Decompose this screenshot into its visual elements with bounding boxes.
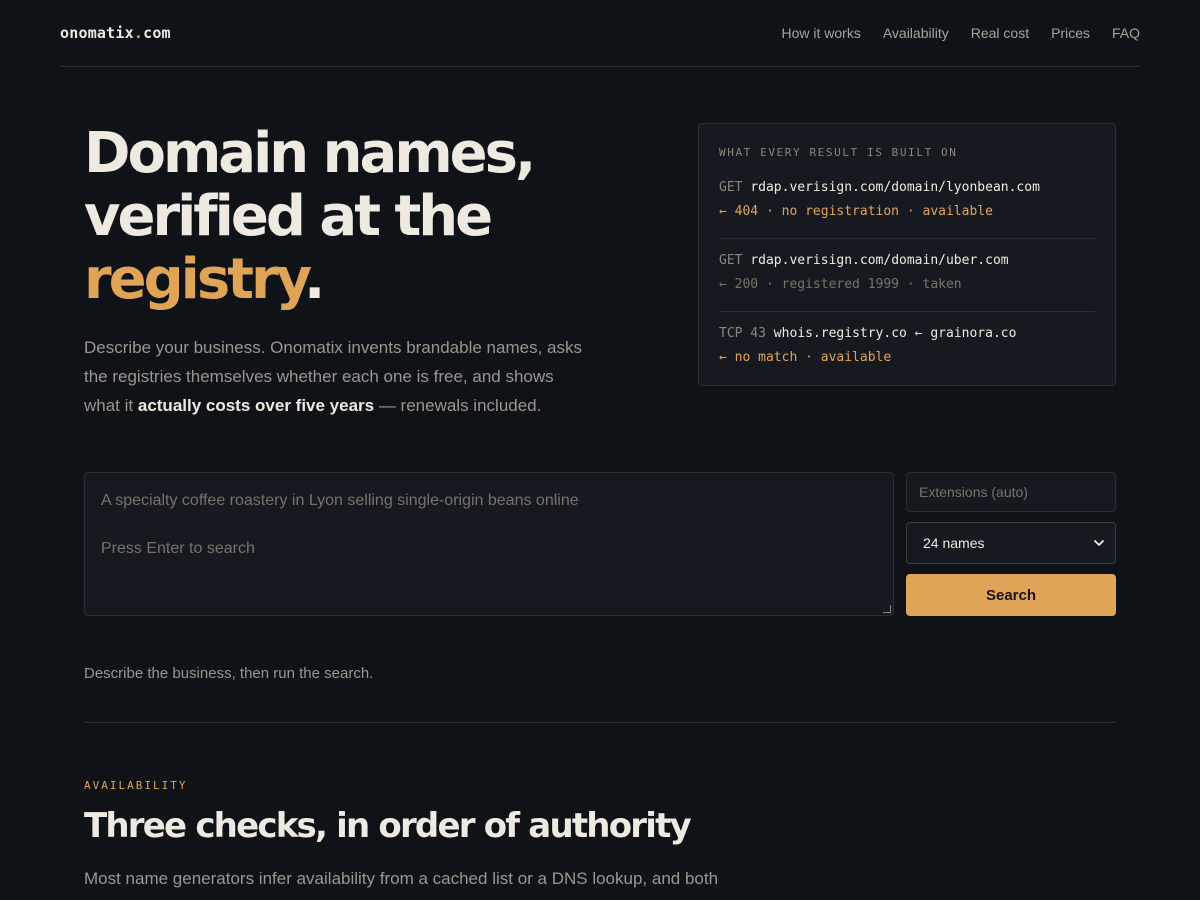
top-nav: onomatix.com How it works Availability R… bbox=[60, 0, 1140, 67]
name-count-select[interactable]: 24 names bbox=[906, 522, 1116, 564]
hero-desc-after: — renewals included. bbox=[374, 396, 542, 415]
entry-request: TCP 43 whois.registry.co ← grainora.co bbox=[719, 322, 1095, 346]
availability-eyebrow: AVAILABILITY bbox=[84, 779, 188, 792]
textarea-placeholder-line2: Press Enter to search bbox=[101, 540, 255, 557]
entry-method: GET bbox=[719, 180, 751, 195]
hero-desc-strong: actually costs over five years bbox=[137, 396, 375, 415]
entry-result: ← 404 · no registration · available bbox=[719, 204, 993, 219]
nav-link-real-cost[interactable]: Real cost bbox=[971, 25, 1029, 41]
logo-name: onomatix bbox=[60, 24, 134, 42]
textarea-placeholder-line1: A specialty coffee roastery in Lyon sell… bbox=[101, 492, 579, 509]
entry-result: ← 200 · registered 1999 · taken bbox=[719, 277, 962, 292]
nav-links: How it works Availability Real cost Pric… bbox=[781, 25, 1140, 41]
name-count-value: 24 names bbox=[923, 535, 985, 551]
availability-description: Most name generators infer availability … bbox=[84, 869, 719, 888]
entry-method: TCP 43 bbox=[719, 326, 774, 341]
nav-link-availability[interactable]: Availability bbox=[883, 25, 949, 41]
logo[interactable]: onomatix.com bbox=[60, 24, 171, 42]
panel-entry: GET rdap.verisign.com/domain/lyonbean.co… bbox=[719, 166, 1095, 239]
business-description-textarea[interactable]: A specialty coffee roastery in Lyon sell… bbox=[84, 472, 894, 616]
panel-label: WHAT EVERY RESULT IS BUILT ON bbox=[719, 146, 958, 159]
nav-link-faq[interactable]: FAQ bbox=[1112, 25, 1140, 41]
nav-link-how-it-works[interactable]: How it works bbox=[781, 25, 860, 41]
logo-tld: com bbox=[143, 24, 171, 42]
panel-entry: TCP 43 whois.registry.co ← grainora.co ←… bbox=[719, 312, 1095, 384]
hero-title-period: . bbox=[303, 247, 325, 312]
logo-dot: . bbox=[133, 24, 144, 42]
entry-target: rdap.verisign.com/domain/uber.com bbox=[750, 253, 1009, 268]
extensions-input[interactable]: Extensions (auto) bbox=[906, 472, 1116, 512]
search-hint: Describe the business, then run the sear… bbox=[84, 665, 374, 682]
nav-link-prices[interactable]: Prices bbox=[1051, 25, 1090, 41]
hero-title-accent: registry bbox=[84, 247, 307, 312]
entry-result: ← no match · available bbox=[719, 350, 892, 365]
entry-target: whois.registry.co bbox=[773, 326, 907, 341]
resize-handle-icon[interactable] bbox=[883, 605, 891, 613]
registry-proof-panel: WHAT EVERY RESULT IS BUILT ON GET rdap.v… bbox=[698, 123, 1116, 386]
availability-title: Three checks, in order of authority bbox=[84, 806, 692, 846]
search-button[interactable]: Search bbox=[906, 574, 1116, 616]
hero-description: Describe your business. Onomatix invents… bbox=[84, 333, 584, 420]
entry-target-extra: ← grainora.co bbox=[906, 326, 1017, 341]
hero-title: Domain names, verified at the registry. bbox=[84, 122, 644, 311]
entry-request: GET rdap.verisign.com/domain/uber.com bbox=[719, 249, 1095, 273]
extensions-placeholder: Extensions (auto) bbox=[919, 484, 1028, 500]
entry-target: rdap.verisign.com/domain/lyonbean.com bbox=[750, 180, 1040, 195]
panel-entry: GET rdap.verisign.com/domain/uber.com ← … bbox=[719, 239, 1095, 312]
hero-title-line2: verified at the bbox=[84, 184, 493, 249]
chevron-down-icon bbox=[1094, 540, 1104, 546]
entry-request: GET rdap.verisign.com/domain/lyonbean.co… bbox=[719, 176, 1095, 200]
entry-method: GET bbox=[719, 253, 751, 268]
hero-title-line1: Domain names, bbox=[84, 121, 536, 186]
section-divider bbox=[84, 722, 1116, 723]
